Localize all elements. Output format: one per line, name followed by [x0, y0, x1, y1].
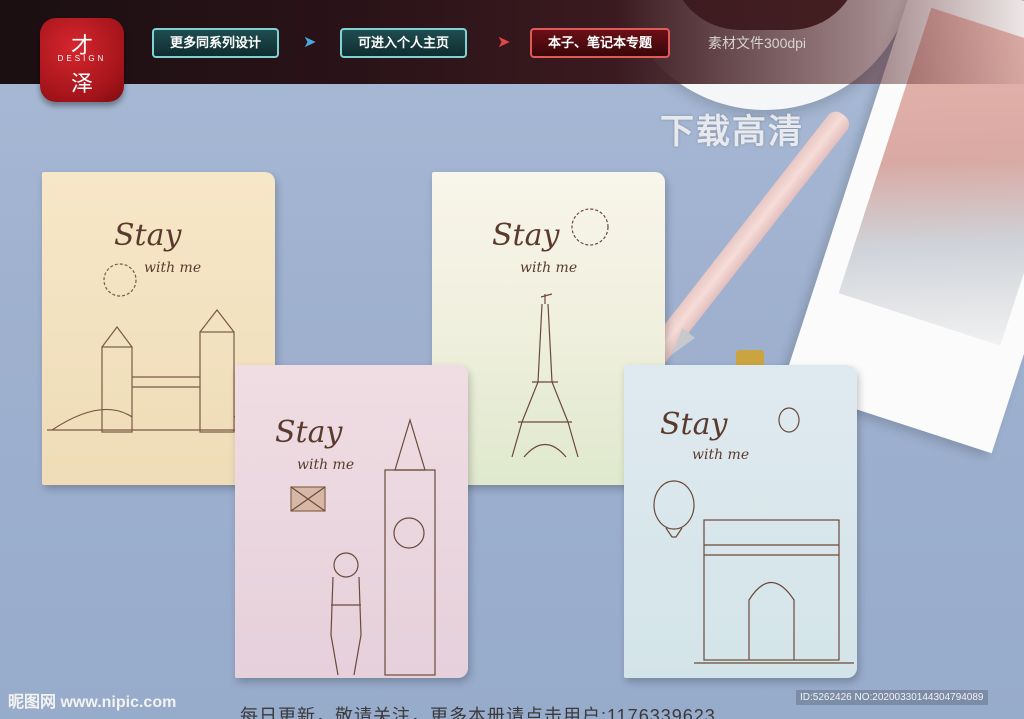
- nav-notebook-topic-button[interactable]: 本子、笔记本专题: [530, 28, 671, 58]
- arc-de-triomphe-illustration: [653, 407, 854, 664]
- mockup-scene: 才 DESIGN 泽 更多同系列设计 ➤ 可进入个人主页 ➤ 本子、笔记本专题 …: [0, 0, 1024, 719]
- arrow-right-icon: ➤: [303, 34, 317, 51]
- big-ben-illustration: [290, 417, 436, 676]
- download-hd-label[interactable]: 下载高清: [660, 104, 804, 153]
- logo-char-bottom: 泽: [70, 72, 93, 97]
- brand-logo[interactable]: 才 DESIGN 泽: [40, 18, 124, 102]
- logo-brand-text: DESIGN: [57, 54, 107, 63]
- arrow-right-icon: ➤: [497, 34, 511, 51]
- footer-notice: 每日更新，敬请关注，更多本册请点击用户:1176339623: [240, 706, 716, 719]
- nav-more-series-button[interactable]: 更多同系列设计: [152, 28, 280, 58]
- notebook-big-ben: Stay with me: [235, 365, 468, 678]
- file-note: 素材文件300dpi: [708, 35, 807, 51]
- site-watermark: 昵图网 www.nipic.com: [8, 694, 177, 711]
- nav-profile-button[interactable]: 可进入个人主页: [340, 28, 468, 58]
- notebook-arc-de-triomphe: Stay with me: [624, 365, 857, 678]
- image-id: ID:5262426 NO:20200330144304794089: [796, 690, 988, 705]
